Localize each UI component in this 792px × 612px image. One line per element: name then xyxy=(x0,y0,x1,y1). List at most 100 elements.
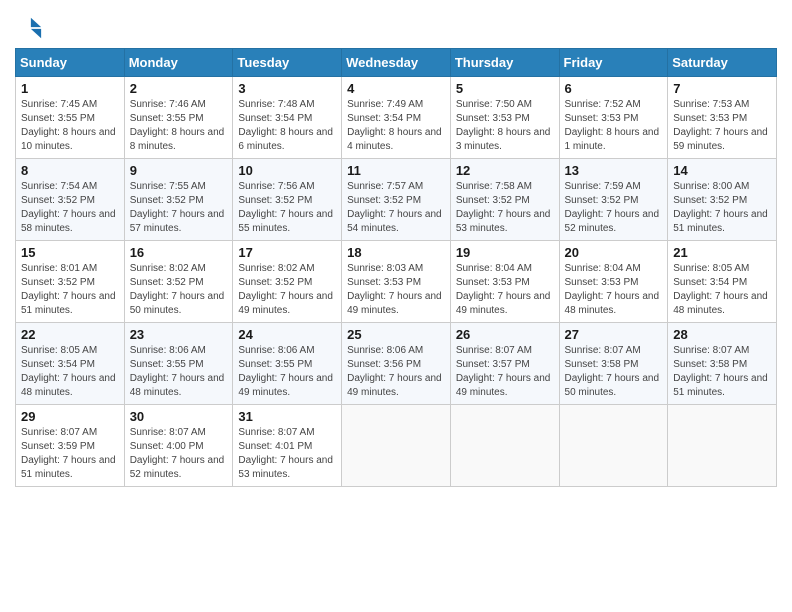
day-info: Sunrise: 8:05 AM Sunset: 3:54 PM Dayligh… xyxy=(21,344,119,400)
calendar-day-27: 27 Sunrise: 8:07 AM Sunset: 3:58 PM Dayl… xyxy=(559,323,668,405)
day-number: 5 xyxy=(456,81,554,96)
calendar-day-29: 29 Sunrise: 8:07 AM Sunset: 3:59 PM Dayl… xyxy=(16,405,125,487)
calendar-day-15: 15 Sunrise: 8:01 AM Sunset: 3:52 PM Dayl… xyxy=(16,241,125,323)
day-info: Sunrise: 8:04 AM Sunset: 3:53 PM Dayligh… xyxy=(456,262,554,318)
calendar-day-17: 17 Sunrise: 8:02 AM Sunset: 3:52 PM Dayl… xyxy=(233,241,342,323)
weekday-header-tuesday: Tuesday xyxy=(233,49,342,77)
calendar-day-11: 11 Sunrise: 7:57 AM Sunset: 3:52 PM Dayl… xyxy=(342,159,451,241)
day-number: 31 xyxy=(238,409,336,424)
day-info: Sunrise: 8:01 AM Sunset: 3:52 PM Dayligh… xyxy=(21,262,119,318)
day-number: 15 xyxy=(21,245,119,260)
day-number: 27 xyxy=(565,327,663,342)
calendar-day-12: 12 Sunrise: 7:58 AM Sunset: 3:52 PM Dayl… xyxy=(450,159,559,241)
day-info: Sunrise: 8:07 AM Sunset: 4:01 PM Dayligh… xyxy=(238,426,336,482)
calendar-day-21: 21 Sunrise: 8:05 AM Sunset: 3:54 PM Dayl… xyxy=(668,241,777,323)
day-number: 2 xyxy=(130,81,228,96)
calendar-day-31: 31 Sunrise: 8:07 AM Sunset: 4:01 PM Dayl… xyxy=(233,405,342,487)
calendar-day-19: 19 Sunrise: 8:04 AM Sunset: 3:53 PM Dayl… xyxy=(450,241,559,323)
day-number: 25 xyxy=(347,327,445,342)
empty-cell xyxy=(559,405,668,487)
calendar-day-26: 26 Sunrise: 8:07 AM Sunset: 3:57 PM Dayl… xyxy=(450,323,559,405)
day-info: Sunrise: 8:06 AM Sunset: 3:55 PM Dayligh… xyxy=(238,344,336,400)
day-info: Sunrise: 8:06 AM Sunset: 3:55 PM Dayligh… xyxy=(130,344,228,400)
day-info: Sunrise: 7:54 AM Sunset: 3:52 PM Dayligh… xyxy=(21,180,119,236)
calendar-day-7: 7 Sunrise: 7:53 AM Sunset: 3:53 PM Dayli… xyxy=(668,77,777,159)
day-number: 24 xyxy=(238,327,336,342)
calendar-day-20: 20 Sunrise: 8:04 AM Sunset: 3:53 PM Dayl… xyxy=(559,241,668,323)
calendar-day-18: 18 Sunrise: 8:03 AM Sunset: 3:53 PM Dayl… xyxy=(342,241,451,323)
weekday-header-sunday: Sunday xyxy=(16,49,125,77)
day-info: Sunrise: 7:45 AM Sunset: 3:55 PM Dayligh… xyxy=(21,98,119,154)
calendar-day-28: 28 Sunrise: 8:07 AM Sunset: 3:58 PM Dayl… xyxy=(668,323,777,405)
day-info: Sunrise: 7:49 AM Sunset: 3:54 PM Dayligh… xyxy=(347,98,445,154)
day-number: 16 xyxy=(130,245,228,260)
weekday-header-friday: Friday xyxy=(559,49,668,77)
day-info: Sunrise: 7:56 AM Sunset: 3:52 PM Dayligh… xyxy=(238,180,336,236)
day-info: Sunrise: 8:07 AM Sunset: 3:58 PM Dayligh… xyxy=(565,344,663,400)
day-info: Sunrise: 7:55 AM Sunset: 3:52 PM Dayligh… xyxy=(130,180,228,236)
calendar-day-2: 2 Sunrise: 7:46 AM Sunset: 3:55 PM Dayli… xyxy=(124,77,233,159)
calendar-table: SundayMondayTuesdayWednesdayThursdayFrid… xyxy=(15,48,777,487)
calendar-day-23: 23 Sunrise: 8:06 AM Sunset: 3:55 PM Dayl… xyxy=(124,323,233,405)
calendar-day-13: 13 Sunrise: 7:59 AM Sunset: 3:52 PM Dayl… xyxy=(559,159,668,241)
day-number: 14 xyxy=(673,163,771,178)
day-info: Sunrise: 8:03 AM Sunset: 3:53 PM Dayligh… xyxy=(347,262,445,318)
calendar-day-25: 25 Sunrise: 8:06 AM Sunset: 3:56 PM Dayl… xyxy=(342,323,451,405)
day-number: 20 xyxy=(565,245,663,260)
day-number: 28 xyxy=(673,327,771,342)
calendar-day-9: 9 Sunrise: 7:55 AM Sunset: 3:52 PM Dayli… xyxy=(124,159,233,241)
day-number: 29 xyxy=(21,409,119,424)
calendar-day-3: 3 Sunrise: 7:48 AM Sunset: 3:54 PM Dayli… xyxy=(233,77,342,159)
day-info: Sunrise: 7:59 AM Sunset: 3:52 PM Dayligh… xyxy=(565,180,663,236)
weekday-header-wednesday: Wednesday xyxy=(342,49,451,77)
calendar-day-6: 6 Sunrise: 7:52 AM Sunset: 3:53 PM Dayli… xyxy=(559,77,668,159)
day-number: 11 xyxy=(347,163,445,178)
calendar-day-1: 1 Sunrise: 7:45 AM Sunset: 3:55 PM Dayli… xyxy=(16,77,125,159)
day-number: 30 xyxy=(130,409,228,424)
day-info: Sunrise: 8:00 AM Sunset: 3:52 PM Dayligh… xyxy=(673,180,771,236)
day-info: Sunrise: 8:06 AM Sunset: 3:56 PM Dayligh… xyxy=(347,344,445,400)
day-number: 10 xyxy=(238,163,336,178)
logo xyxy=(15,14,45,42)
day-info: Sunrise: 7:53 AM Sunset: 3:53 PM Dayligh… xyxy=(673,98,771,154)
calendar-day-10: 10 Sunrise: 7:56 AM Sunset: 3:52 PM Dayl… xyxy=(233,159,342,241)
day-info: Sunrise: 7:52 AM Sunset: 3:53 PM Dayligh… xyxy=(565,98,663,154)
calendar-day-16: 16 Sunrise: 8:02 AM Sunset: 3:52 PM Dayl… xyxy=(124,241,233,323)
day-number: 17 xyxy=(238,245,336,260)
day-number: 6 xyxy=(565,81,663,96)
day-info: Sunrise: 8:07 AM Sunset: 3:59 PM Dayligh… xyxy=(21,426,119,482)
calendar-day-8: 8 Sunrise: 7:54 AM Sunset: 3:52 PM Dayli… xyxy=(16,159,125,241)
day-number: 19 xyxy=(456,245,554,260)
weekday-header-thursday: Thursday xyxy=(450,49,559,77)
day-info: Sunrise: 7:57 AM Sunset: 3:52 PM Dayligh… xyxy=(347,180,445,236)
day-info: Sunrise: 8:04 AM Sunset: 3:53 PM Dayligh… xyxy=(565,262,663,318)
calendar-day-22: 22 Sunrise: 8:05 AM Sunset: 3:54 PM Dayl… xyxy=(16,323,125,405)
empty-cell xyxy=(450,405,559,487)
logo-icon xyxy=(15,14,43,42)
day-number: 26 xyxy=(456,327,554,342)
day-info: Sunrise: 7:58 AM Sunset: 3:52 PM Dayligh… xyxy=(456,180,554,236)
weekday-header-monday: Monday xyxy=(124,49,233,77)
day-number: 22 xyxy=(21,327,119,342)
day-info: Sunrise: 7:46 AM Sunset: 3:55 PM Dayligh… xyxy=(130,98,228,154)
calendar-day-14: 14 Sunrise: 8:00 AM Sunset: 3:52 PM Dayl… xyxy=(668,159,777,241)
day-number: 13 xyxy=(565,163,663,178)
day-info: Sunrise: 8:05 AM Sunset: 3:54 PM Dayligh… xyxy=(673,262,771,318)
day-info: Sunrise: 8:02 AM Sunset: 3:52 PM Dayligh… xyxy=(238,262,336,318)
day-number: 1 xyxy=(21,81,119,96)
calendar-day-24: 24 Sunrise: 8:06 AM Sunset: 3:55 PM Dayl… xyxy=(233,323,342,405)
day-info: Sunrise: 8:07 AM Sunset: 3:57 PM Dayligh… xyxy=(456,344,554,400)
empty-cell xyxy=(668,405,777,487)
day-number: 9 xyxy=(130,163,228,178)
empty-cell xyxy=(342,405,451,487)
day-info: Sunrise: 7:50 AM Sunset: 3:53 PM Dayligh… xyxy=(456,98,554,154)
day-number: 23 xyxy=(130,327,228,342)
day-info: Sunrise: 8:07 AM Sunset: 4:00 PM Dayligh… xyxy=(130,426,228,482)
day-info: Sunrise: 7:48 AM Sunset: 3:54 PM Dayligh… xyxy=(238,98,336,154)
page-header xyxy=(15,10,777,42)
day-info: Sunrise: 8:02 AM Sunset: 3:52 PM Dayligh… xyxy=(130,262,228,318)
day-number: 21 xyxy=(673,245,771,260)
calendar-day-4: 4 Sunrise: 7:49 AM Sunset: 3:54 PM Dayli… xyxy=(342,77,451,159)
day-number: 18 xyxy=(347,245,445,260)
calendar-day-5: 5 Sunrise: 7:50 AM Sunset: 3:53 PM Dayli… xyxy=(450,77,559,159)
